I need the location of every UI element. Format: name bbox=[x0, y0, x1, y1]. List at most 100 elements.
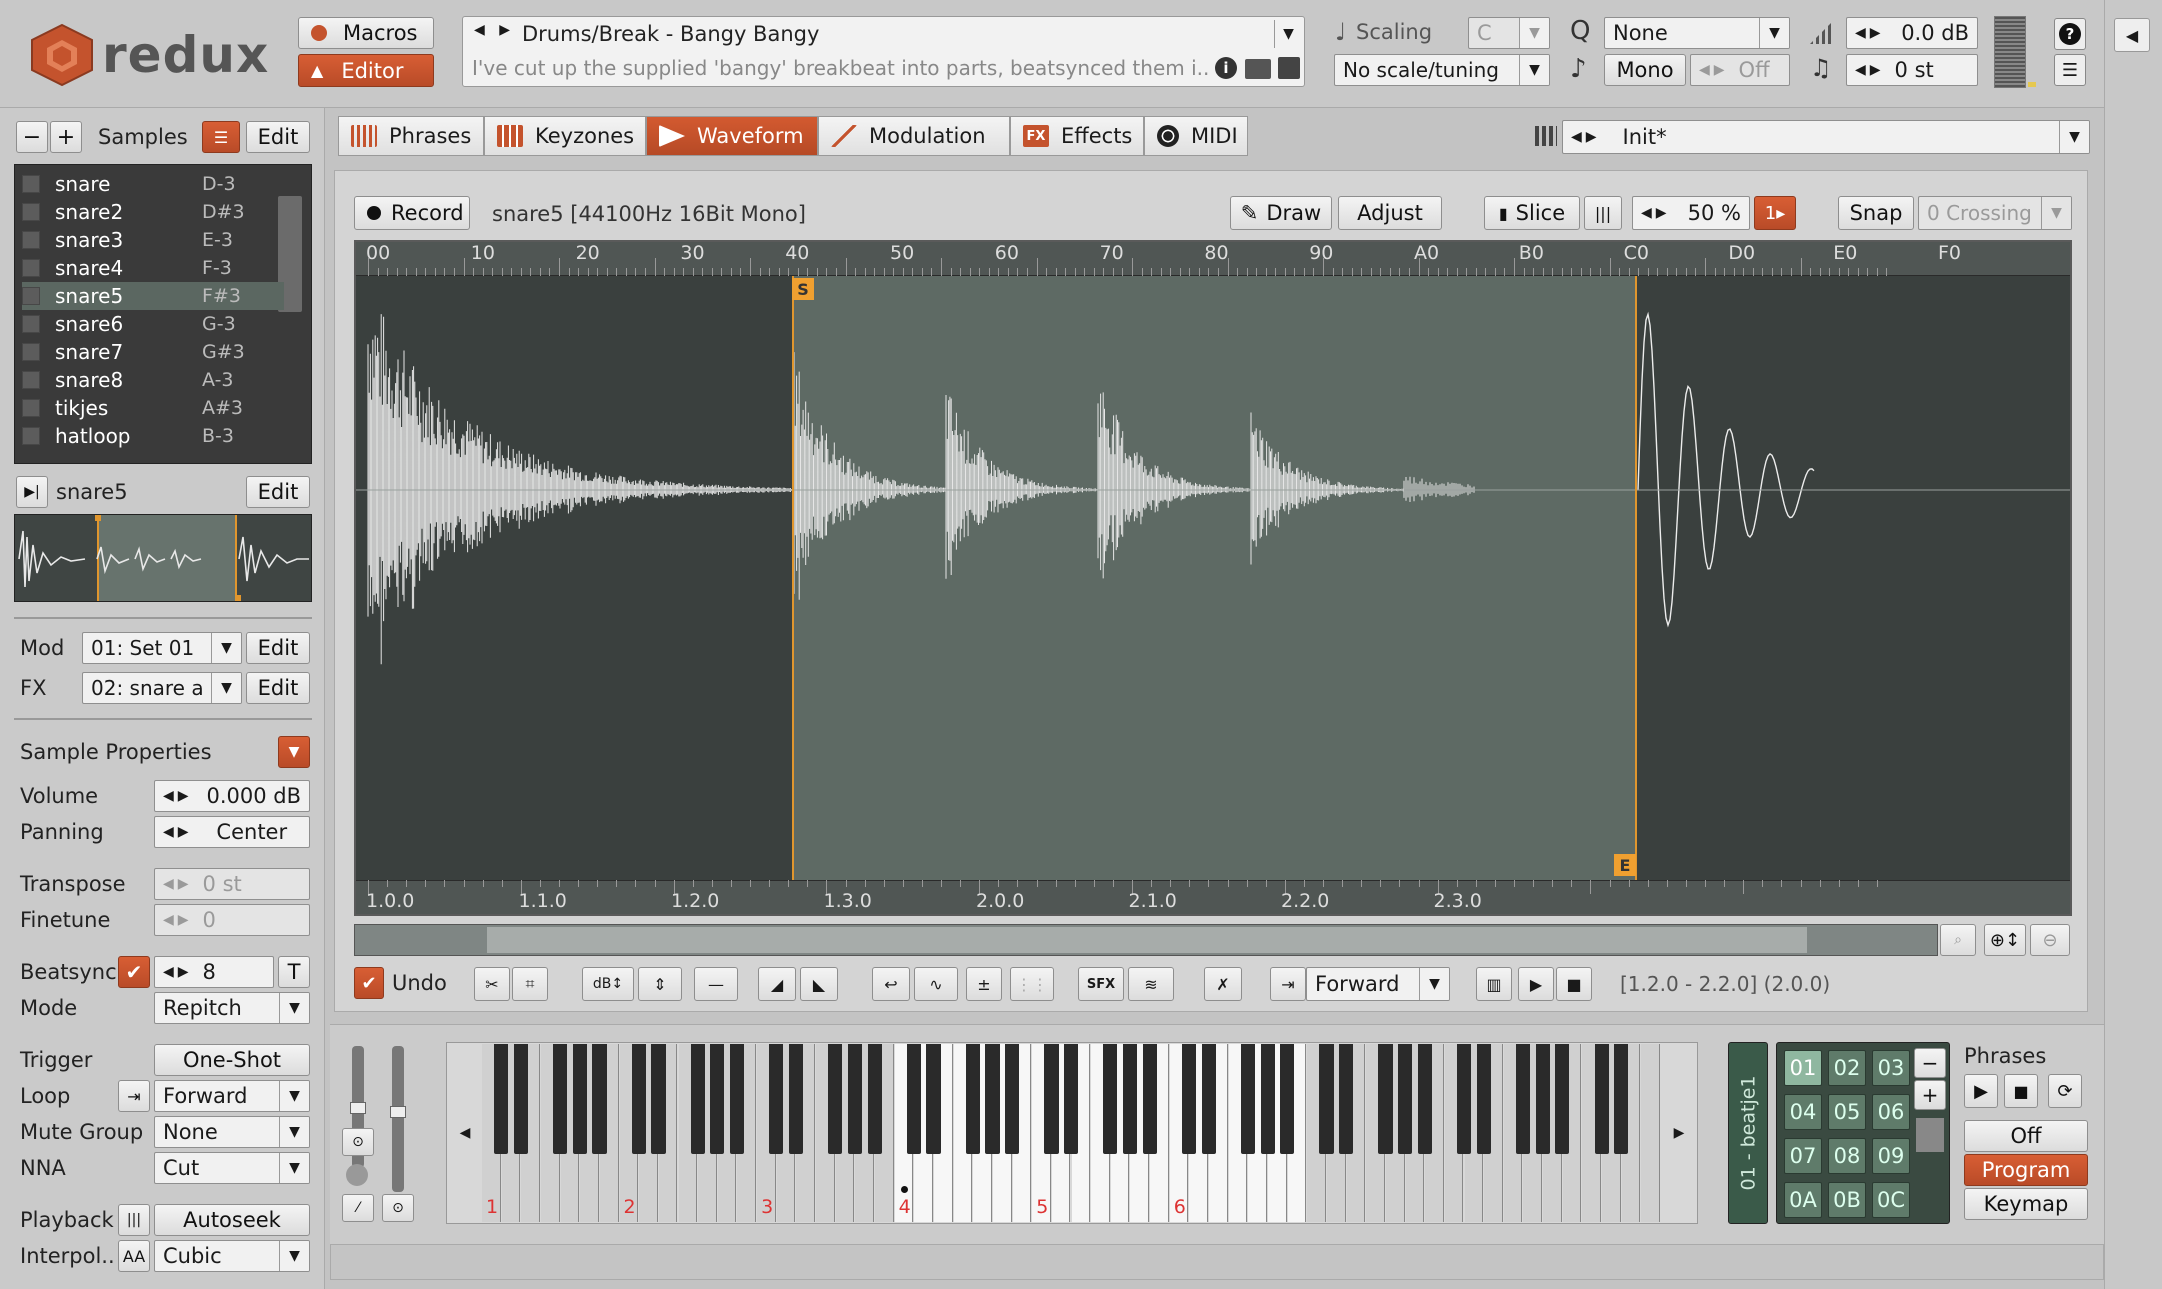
phrase-slot[interactable]: 01 bbox=[1784, 1050, 1822, 1086]
add-sample-button[interactable]: + bbox=[50, 121, 82, 153]
black-key[interactable] bbox=[494, 1044, 509, 1154]
voice-mode-button[interactable]: Mono bbox=[1604, 54, 1686, 86]
tab-keyzones[interactable]: Keyzones bbox=[484, 116, 646, 156]
end-marker[interactable]: E bbox=[1614, 854, 1636, 876]
playback-waveform-icon[interactable]: ||| bbox=[118, 1204, 150, 1236]
draw-button[interactable]: ✎ Draw bbox=[1230, 196, 1332, 230]
sample-list-item[interactable]: snare3 E-3 bbox=[22, 226, 284, 254]
phrase-slot[interactable]: 05 bbox=[1828, 1094, 1866, 1130]
trigger-button[interactable]: One-Shot bbox=[154, 1044, 310, 1076]
sample-list-menu-button[interactable]: ☰ bbox=[202, 121, 240, 153]
phrase-slot[interactable]: 0A bbox=[1784, 1182, 1822, 1218]
properties-menu-button[interactable]: ▼ bbox=[278, 736, 310, 768]
black-key[interactable] bbox=[1319, 1044, 1334, 1154]
sample-list-item[interactable]: snare7 G#3 bbox=[22, 338, 284, 366]
master-volume-field[interactable]: ◀▶ 0.0 dB bbox=[1846, 17, 1978, 49]
phrase-play-button[interactable]: ▶ bbox=[1964, 1074, 1998, 1108]
sample-list-item[interactable]: snare D-3 bbox=[22, 170, 284, 198]
phrase-stop-button[interactable]: ■ bbox=[2004, 1074, 2038, 1108]
black-key[interactable] bbox=[847, 1044, 863, 1154]
silence-icon[interactable]: — bbox=[694, 967, 738, 1001]
remove-phrase-button[interactable]: − bbox=[1914, 1048, 1946, 1078]
nna-select[interactable]: Cut ▼ bbox=[154, 1152, 310, 1184]
current-sample-edit-button[interactable]: Edit bbox=[246, 476, 310, 508]
black-key[interactable] bbox=[1260, 1044, 1275, 1154]
fade-in-icon[interactable]: ◢ bbox=[758, 967, 796, 1001]
black-key[interactable] bbox=[1103, 1044, 1118, 1154]
sfx-button[interactable]: SFX bbox=[1078, 967, 1124, 1001]
master-transpose-field[interactable]: ◀▶ 0 st bbox=[1846, 54, 1978, 86]
sample-thumbnail[interactable] bbox=[14, 514, 312, 602]
delete-slices-icon[interactable]: ✗ bbox=[1204, 967, 1242, 1001]
black-key[interactable] bbox=[828, 1044, 843, 1154]
sample-checkbox[interactable] bbox=[22, 343, 40, 361]
mod-wheel[interactable] bbox=[390, 1046, 406, 1192]
phrase-off-button[interactable]: Off bbox=[1964, 1120, 2088, 1152]
samples-edit-button[interactable]: Edit bbox=[246, 121, 310, 153]
zoom-fit-button[interactable]: ⊕↕ bbox=[1984, 924, 2026, 956]
black-key[interactable] bbox=[690, 1044, 705, 1154]
zero-crossing-select[interactable]: 0 Crossing ▼ bbox=[1918, 196, 2072, 230]
phrase-slot[interactable]: 04 bbox=[1784, 1094, 1822, 1130]
black-key[interactable] bbox=[1044, 1044, 1059, 1154]
play-sample-button[interactable]: ▶| bbox=[16, 476, 48, 508]
phrase-slot[interactable]: 0B bbox=[1828, 1182, 1866, 1218]
selection-end-line[interactable] bbox=[1635, 276, 1637, 880]
keyboard-scroll-left[interactable]: ◀ bbox=[448, 1044, 482, 1222]
db-normalize-icon[interactable]: dB ↕ bbox=[582, 967, 634, 1001]
pitch-scale-icon[interactable]: ⁄ bbox=[342, 1194, 374, 1222]
sample-checkbox[interactable] bbox=[22, 315, 40, 333]
sample-list-item[interactable]: snare5 F#3 bbox=[22, 282, 284, 310]
sample-list-item[interactable]: snare6 G-3 bbox=[22, 310, 284, 338]
beatsync-t-button[interactable]: T bbox=[278, 956, 310, 988]
phrase-slot[interactable]: 02 bbox=[1828, 1050, 1866, 1086]
zoom-search-button[interactable]: ⌕ bbox=[1940, 924, 1976, 956]
phrase-slot[interactable]: 03 bbox=[1872, 1050, 1910, 1086]
tab-waveform[interactable]: Waveform bbox=[646, 116, 818, 156]
play-selection-icon[interactable]: ▶ bbox=[1518, 967, 1554, 1001]
finetune-field[interactable]: ◀▶ 0 bbox=[154, 904, 310, 936]
loop-release-icon[interactable]: ⇥ bbox=[118, 1080, 150, 1112]
editor-button[interactable]: ▲ Editor bbox=[298, 54, 434, 87]
channels-icon[interactable]: ⋮⋮ bbox=[1010, 967, 1054, 1001]
black-key[interactable] bbox=[572, 1044, 587, 1154]
black-key[interactable] bbox=[592, 1044, 607, 1154]
tab-effects[interactable]: FX Effects bbox=[1010, 116, 1144, 156]
black-key[interactable] bbox=[1142, 1044, 1157, 1154]
fx-edit-button[interactable]: Edit bbox=[246, 672, 310, 704]
macros-button[interactable]: Macros bbox=[298, 17, 434, 49]
black-key[interactable] bbox=[651, 1044, 666, 1154]
black-key[interactable] bbox=[1417, 1044, 1432, 1154]
black-key[interactable] bbox=[1005, 1044, 1020, 1154]
phrase-slot[interactable]: 0C bbox=[1872, 1182, 1910, 1218]
quantize-select[interactable]: None ▼ bbox=[1604, 17, 1790, 49]
sample-list-item[interactable]: hatloop B-3 bbox=[22, 422, 284, 450]
snap-button[interactable]: Snap bbox=[1838, 196, 1914, 230]
phrase-keymap-button[interactable]: Keymap bbox=[1964, 1188, 2088, 1220]
black-key[interactable] bbox=[1181, 1044, 1197, 1154]
tab-midi[interactable]: MIDI bbox=[1144, 116, 1248, 156]
black-key[interactable] bbox=[1280, 1044, 1295, 1154]
horizontal-scrollbar[interactable] bbox=[354, 924, 1938, 956]
mod-set-select[interactable]: 01: Set 01 ▼ bbox=[82, 632, 242, 664]
scale-select[interactable]: No scale/tuning ▼ bbox=[1334, 54, 1550, 86]
start-marker[interactable]: S bbox=[792, 278, 814, 300]
slice-count-button[interactable]: 1 ▸ bbox=[1754, 196, 1796, 230]
sample-checkbox[interactable] bbox=[22, 175, 40, 193]
waveform-view[interactable]: 00 10 20 30 40 50 60 70 80 90 A0 B0 C0 D0 E0 F0 S E 1.0… bbox=[354, 240, 2072, 916]
glide-field[interactable]: ◀▶ Off bbox=[1690, 54, 1790, 86]
scaling-key-select[interactable]: C ▼ bbox=[1468, 17, 1550, 49]
black-key[interactable] bbox=[1614, 1044, 1629, 1154]
phrase-loop-button[interactable]: ⟳ bbox=[2048, 1074, 2082, 1108]
sample-list-item[interactable]: snare4 F-3 bbox=[22, 254, 284, 282]
black-key[interactable] bbox=[769, 1044, 784, 1154]
black-key[interactable] bbox=[631, 1044, 646, 1154]
panning-field[interactable]: ◀▶ Center bbox=[154, 816, 310, 848]
black-key[interactable] bbox=[1122, 1044, 1138, 1154]
plus-minus-icon[interactable]: ± bbox=[966, 967, 1002, 1001]
black-key[interactable] bbox=[729, 1044, 745, 1154]
cut-icon[interactable]: ✂ bbox=[474, 967, 510, 1001]
sample-checkbox[interactable] bbox=[22, 427, 40, 445]
black-key[interactable] bbox=[788, 1044, 804, 1154]
keyboard-follow-icon[interactable]: ▥ bbox=[1476, 967, 1512, 1001]
